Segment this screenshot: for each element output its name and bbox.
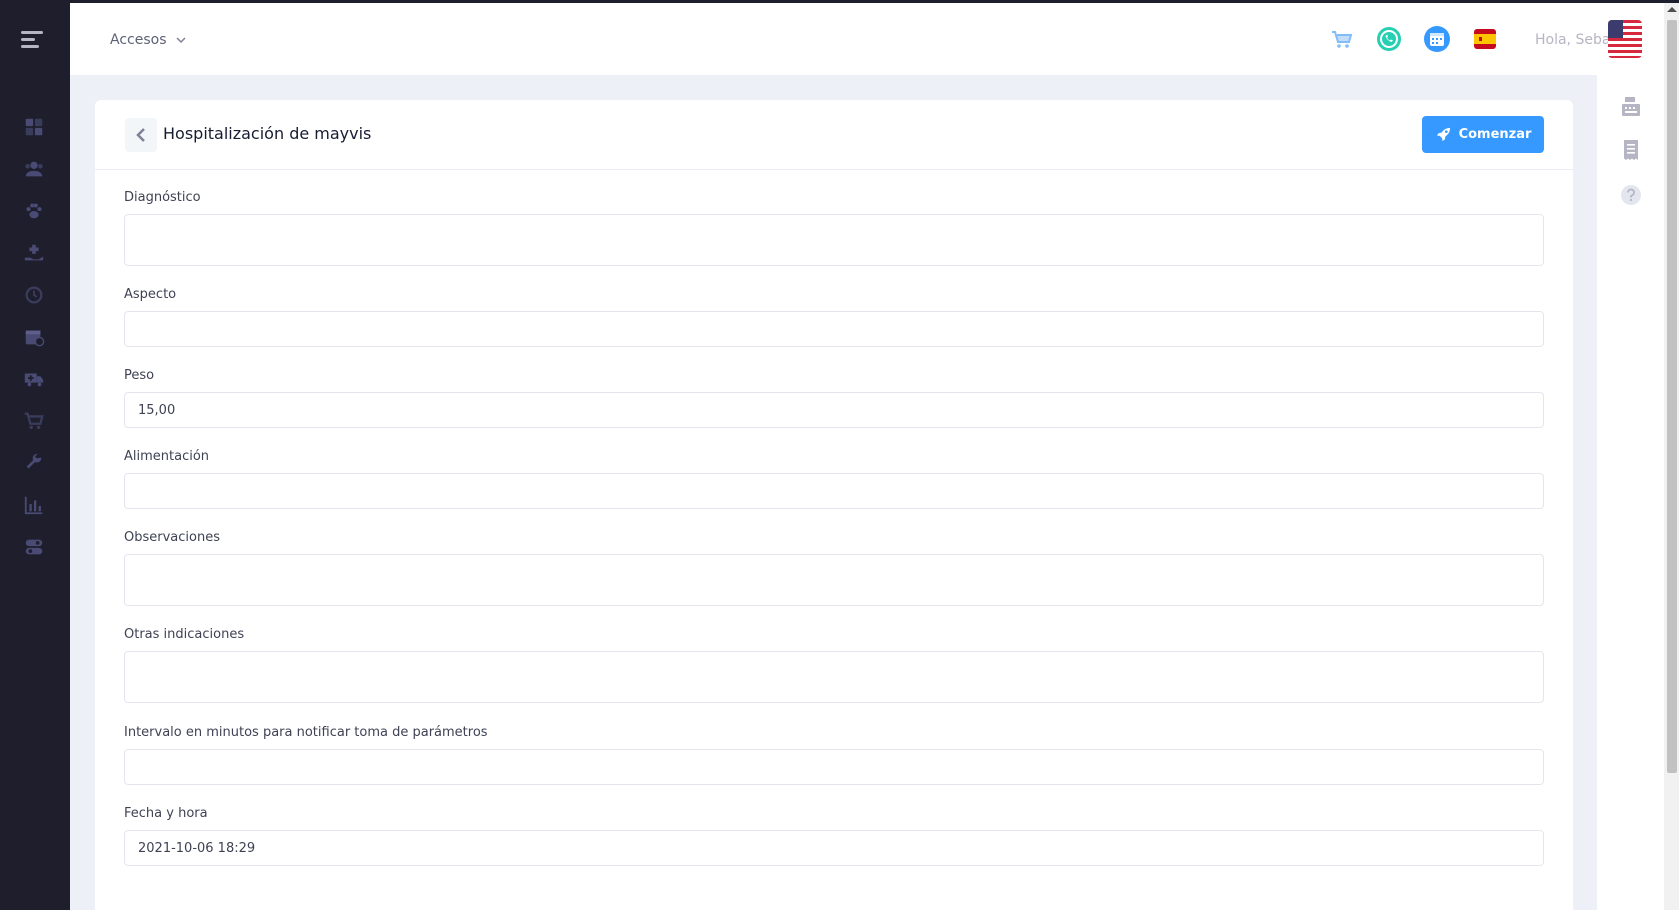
ambulance-icon[interactable] [22, 367, 46, 391]
scroll-up-icon[interactable] [1667, 7, 1677, 12]
aspecto-label: Aspecto [124, 287, 177, 302]
alimentacion-label: Alimentación [124, 449, 210, 464]
history-icon[interactable] [22, 283, 46, 307]
aspecto-input[interactable] [124, 311, 1544, 347]
cart-icon[interactable] [1328, 25, 1356, 53]
fecha-hora-input[interactable]: 2021-10-06 18:29 [124, 830, 1544, 866]
chevron-left-icon [136, 128, 145, 142]
wrench-icon[interactable] [22, 451, 46, 475]
accesos-label: Accesos [110, 32, 167, 48]
paw-icon[interactable] [22, 199, 46, 223]
intervalo-input[interactable] [124, 749, 1544, 785]
menu-toggle-icon[interactable] [21, 31, 45, 51]
start-button-label: Comenzar [1458, 127, 1532, 142]
start-button[interactable]: Comenzar [1422, 116, 1544, 153]
whatsapp-icon[interactable] [1375, 25, 1403, 53]
hand-medical-icon[interactable] [22, 241, 46, 265]
scrollbar-thumb[interactable] [1667, 20, 1677, 773]
observaciones-label: Observaciones [124, 530, 220, 545]
spain-flag-icon[interactable] [1471, 25, 1499, 53]
clients-icon[interactable] [22, 157, 46, 181]
diagnostico-textarea[interactable] [124, 214, 1544, 266]
cash-register-icon[interactable] [1619, 95, 1643, 119]
page-title: Hospitalización de mayvis [163, 124, 372, 143]
rocket-icon [1436, 127, 1450, 142]
us-flag-icon[interactable] [1608, 20, 1642, 58]
page-scrollbar[interactable] [1664, 3, 1679, 910]
chevron-down-icon [175, 37, 186, 44]
card-header: Hospitalización de mayvis Comenzar [95, 100, 1573, 170]
top-header: Accesos Hola, Seba [70, 3, 1664, 75]
receipt-icon[interactable] [1619, 138, 1643, 162]
left-sidebar [0, 3, 70, 910]
dashboard-icon[interactable] [22, 115, 46, 139]
toggle-icon[interactable] [22, 535, 46, 559]
right-aside [1597, 75, 1664, 910]
chart-icon[interactable] [22, 493, 46, 517]
peso-label: Peso [124, 368, 155, 383]
back-button[interactable] [125, 118, 157, 152]
alimentacion-input[interactable] [124, 473, 1544, 509]
calendar-icon[interactable] [1423, 25, 1451, 53]
user-greeting[interactable]: Hola, Seba [1535, 32, 1615, 48]
fecha-hora-label: Fecha y hora [124, 806, 208, 821]
otras-indicaciones-textarea[interactable] [124, 651, 1544, 703]
calendar-icon[interactable] [22, 325, 46, 349]
intervalo-label: Intervalo en minutos para notificar toma… [124, 725, 488, 740]
cart-icon[interactable] [22, 409, 46, 433]
otras-indicaciones-label: Otras indicaciones [124, 627, 245, 642]
observaciones-textarea[interactable] [124, 554, 1544, 606]
hospitalization-card: Hospitalización de mayvis Comenzar Diagn… [95, 100, 1573, 910]
help-icon[interactable] [1619, 183, 1643, 207]
accesos-dropdown[interactable]: Accesos [110, 32, 187, 48]
peso-input[interactable]: 15,00 [124, 392, 1544, 428]
diagnostico-label: Diagnóstico [124, 190, 201, 205]
